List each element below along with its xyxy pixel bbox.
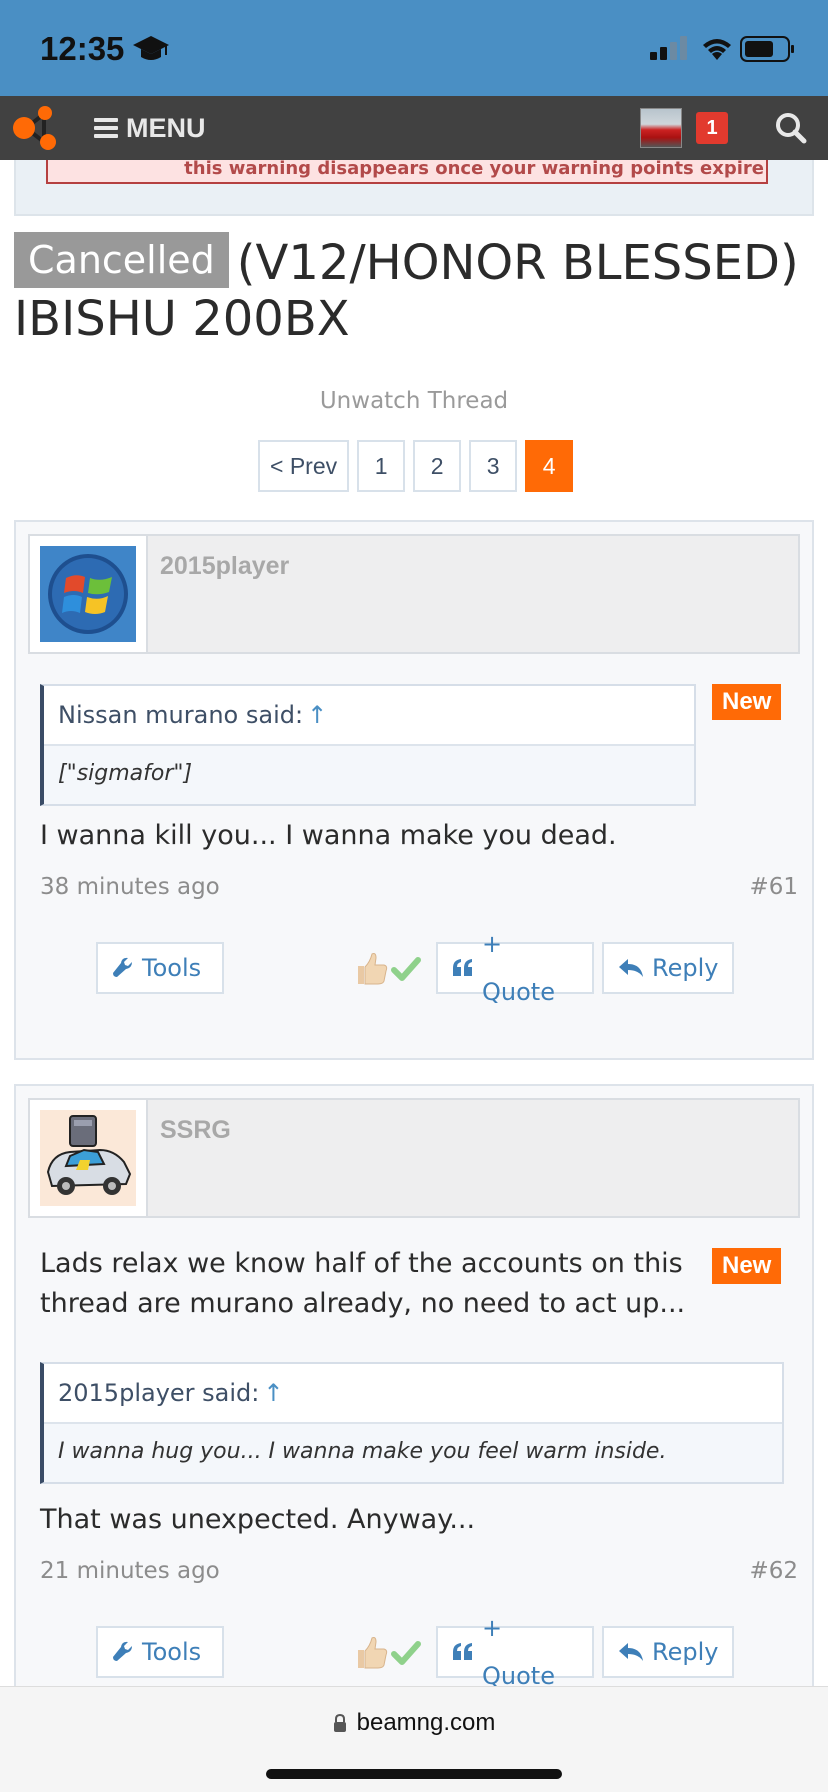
unwatch-thread-link[interactable]: Unwatch Thread xyxy=(0,388,828,414)
quote-label: + Quote xyxy=(482,1614,555,1686)
menu-label: MENU xyxy=(126,112,206,143)
post-permalink-number[interactable]: #62 xyxy=(749,1558,798,1584)
cartoon-car-avatar-icon xyxy=(40,1110,136,1206)
post-message-intro: Lads relax we know half of the accounts … xyxy=(40,1248,686,1319)
page-4-button[interactable]: 4 xyxy=(525,440,574,492)
quote-block: 2015player said: ↑ I wanna hug you... I w… xyxy=(40,1362,784,1484)
quote-header: Nissan murano said: ↑ xyxy=(44,686,694,746)
hamburger-icon xyxy=(94,118,118,138)
status-time: 12:35 xyxy=(40,30,125,67)
quote-jump-arrow-icon[interactable]: ↑ xyxy=(263,1379,283,1407)
address-bar[interactable]: beamng.com xyxy=(0,1709,828,1737)
reply-arrow-icon xyxy=(619,959,643,977)
menu-button[interactable]: MENU xyxy=(94,110,206,146)
quote-text: I wanna hug you... I wanna make you feel… xyxy=(58,1439,667,1464)
alerts-badge[interactable]: 1 xyxy=(696,112,728,144)
windows-logo-avatar-icon xyxy=(40,546,136,642)
warning-text: this warning disappears once your warnin… xyxy=(46,160,768,184)
thread-prefix: Cancelled xyxy=(14,232,229,288)
post-timestamp[interactable]: 21 minutes ago xyxy=(40,1558,220,1584)
post-permalink-number[interactable]: #61 xyxy=(749,874,798,900)
quote-author[interactable]: Nissan murano said: xyxy=(58,701,303,729)
like-thumbs-up-icon[interactable] xyxy=(352,1632,424,1672)
warning-notice: this warning disappears once your warnin… xyxy=(14,160,814,216)
wrench-icon xyxy=(113,1641,132,1661)
page-3-button[interactable]: 3 xyxy=(469,440,518,492)
page-content: this warning disappears once your warnin… xyxy=(0,160,828,1686)
quote-jump-arrow-icon[interactable]: ↑ xyxy=(307,701,327,729)
tools-label: Tools xyxy=(142,954,202,982)
new-badge: New xyxy=(712,1248,782,1284)
quote-block: Nissan murano said: ↑ ["sigmafor"] xyxy=(40,684,696,806)
cellular-signal-icon xyxy=(650,36,687,60)
forum-navbar: MENU 1 xyxy=(0,96,828,160)
quote-marks-icon xyxy=(453,959,472,976)
reply-button[interactable]: Reply xyxy=(602,942,734,994)
quote-marks-icon xyxy=(453,1643,472,1660)
url-text: beamng.com xyxy=(356,1709,496,1736)
tools-button[interactable]: Tools xyxy=(96,1626,224,1678)
post-61: 2015player New Nissan murano said: ↑ ["si… xyxy=(14,520,814,1060)
page-1-button[interactable]: 1 xyxy=(357,440,406,492)
avatar[interactable] xyxy=(30,536,148,652)
user-avatar[interactable] xyxy=(640,108,682,148)
post-username[interactable]: 2015player xyxy=(160,552,289,581)
post-62: SSRG Lads relax we know half of the acco… xyxy=(14,1084,814,1686)
quote-label: + Quote xyxy=(482,930,555,1006)
search-icon[interactable] xyxy=(775,112,807,144)
reply-arrow-icon xyxy=(619,1643,643,1661)
post-message: That was unexpected. Anyway... xyxy=(40,1504,476,1535)
new-badge: New xyxy=(712,684,782,720)
post-username[interactable]: SSRG xyxy=(160,1116,231,1145)
prev-page-button[interactable]: < Prev xyxy=(258,440,350,492)
reply-label: Reply xyxy=(652,1638,719,1666)
avatar[interactable] xyxy=(30,1100,148,1216)
quote-button[interactable]: + Quote xyxy=(436,1614,594,1686)
post-timestamp[interactable]: 38 minutes ago xyxy=(40,874,220,900)
battery-icon xyxy=(740,36,794,62)
page-2-button[interactable]: 2 xyxy=(413,440,462,492)
pagination: < Prev 1 2 3 4 xyxy=(258,440,574,492)
post-user-info: 2015player xyxy=(28,534,800,654)
quote-button[interactable]: + Quote xyxy=(436,930,594,1006)
thread-title: Cancelled (V12/HONOR BLESSED) IBISHU 200B… xyxy=(14,232,814,347)
quote-text: ["sigmafor"] xyxy=(58,761,193,786)
post-message: I wanna kill you... I wanna make you dea… xyxy=(40,820,617,851)
tools-button[interactable]: Tools xyxy=(96,942,224,994)
home-indicator[interactable] xyxy=(266,1769,562,1779)
graduation-cap-icon xyxy=(133,36,169,60)
tools-label: Tools xyxy=(142,1638,202,1666)
browser-bottom-bar: beamng.com xyxy=(0,1686,828,1792)
wifi-icon xyxy=(703,39,731,60)
like-thumbs-up-icon[interactable] xyxy=(352,948,424,988)
status-bar: 12:35 xyxy=(0,0,828,96)
reply-button[interactable]: Reply xyxy=(602,1626,734,1678)
reply-label: Reply xyxy=(652,954,719,982)
lock-icon xyxy=(333,1714,346,1732)
quote-author[interactable]: 2015player said: xyxy=(58,1379,259,1407)
post-user-info: SSRG xyxy=(28,1098,800,1218)
wrench-icon xyxy=(113,957,132,977)
beamng-logo-icon[interactable] xyxy=(10,104,62,152)
quote-header: 2015player said: ↑ xyxy=(44,1364,782,1424)
